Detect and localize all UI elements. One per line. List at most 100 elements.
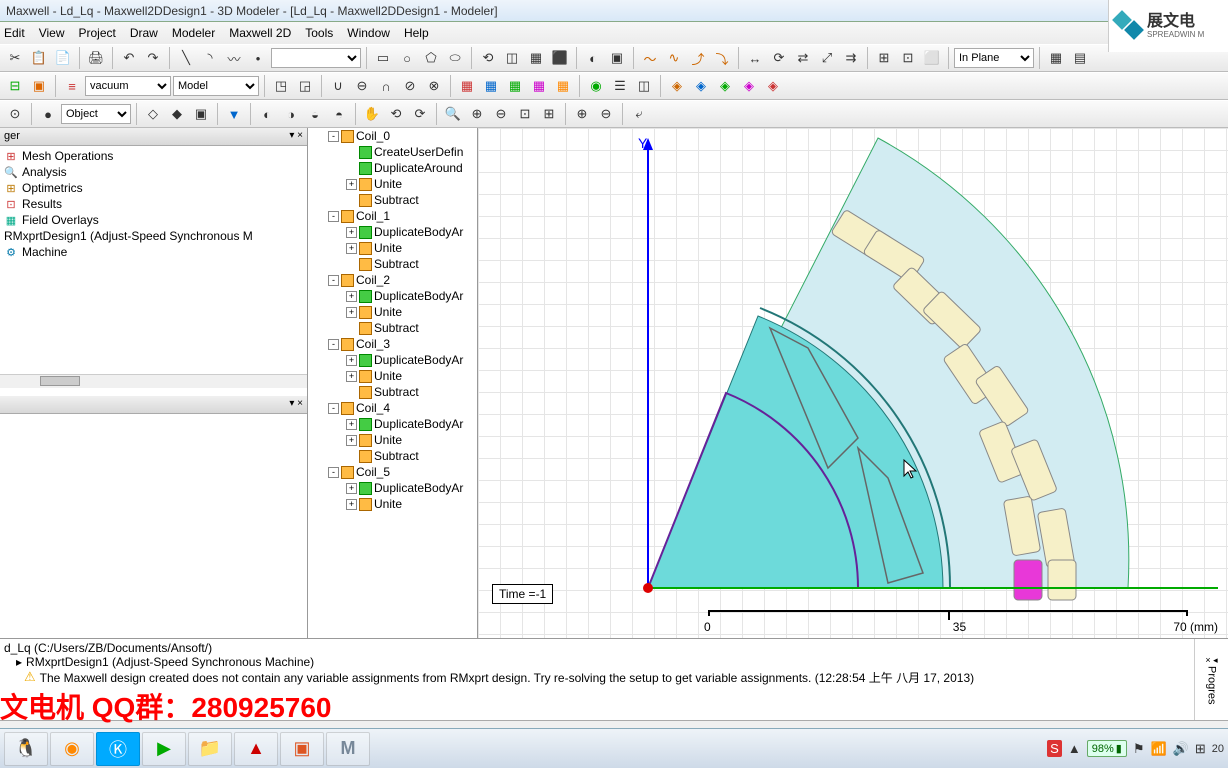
tray-up-icon[interactable]: ▲ <box>1068 741 1081 756</box>
misc4-icon[interactable]: ◈ <box>738 75 760 97</box>
plane-select[interactable]: In Plane <box>954 48 1034 68</box>
check1-icon[interactable]: ◉ <box>585 75 607 97</box>
sel2-icon[interactable]: ◆ <box>166 103 188 125</box>
model-tree-item[interactable]: Subtract <box>308 192 477 208</box>
misc3-icon[interactable]: ◈ <box>714 75 736 97</box>
dot-icon[interactable]: ⊙ <box>4 103 26 125</box>
task-folder[interactable]: 📁 <box>188 732 232 766</box>
menu-help[interactable]: Help <box>404 26 429 40</box>
undo-icon[interactable]: ↶ <box>118 47 140 69</box>
tree-field-overlays[interactable]: ▦Field Overlays <box>2 212 305 228</box>
zoomin-icon[interactable]: ⊕ <box>571 103 593 125</box>
expand-icon[interactable]: + <box>346 355 357 366</box>
filter-icon[interactable]: ▼ <box>223 103 245 125</box>
panel2-close-icon[interactable]: ▾ × <box>289 398 303 411</box>
expand-icon[interactable]: - <box>328 403 339 414</box>
arc-icon[interactable]: ◝ <box>199 47 221 69</box>
circle-icon[interactable]: ○ <box>396 47 418 69</box>
curve1-icon[interactable]: 〜 <box>639 47 661 69</box>
tray-net-icon[interactable]: 📶 <box>1150 741 1166 757</box>
tree-optimetrics[interactable]: ⊞Optimetrics <box>2 180 305 196</box>
offset-icon[interactable]: ⇉ <box>840 47 862 69</box>
check3-icon[interactable]: ◫ <box>633 75 655 97</box>
sel1-icon[interactable]: ◇ <box>142 103 164 125</box>
material-select[interactable]: vacuum <box>85 76 171 96</box>
misc1-icon[interactable]: ◈ <box>666 75 688 97</box>
model-tree-item[interactable]: + Unite <box>308 240 477 256</box>
expand-icon[interactable]: + <box>346 307 357 318</box>
model-tree-item[interactable]: Subtract <box>308 384 477 400</box>
shape1-icon[interactable]: ◐ <box>582 47 604 69</box>
line-icon[interactable]: ╲ <box>175 47 197 69</box>
pan-icon[interactable]: ✋ <box>361 103 383 125</box>
print-icon[interactable]: 🖨 <box>85 47 107 69</box>
tree-mesh[interactable]: ⊞Mesh Operations <box>2 148 305 164</box>
cylinder-icon[interactable]: ⬛ <box>549 47 571 69</box>
model-tree-item[interactable]: Subtract <box>308 256 477 272</box>
tree-machine[interactable]: ⚙Machine <box>2 244 305 260</box>
expand-icon[interactable]: + <box>346 483 357 494</box>
menu-modeler[interactable]: Modeler <box>172 26 215 40</box>
panel-close-icon[interactable]: ▾ × <box>289 130 303 143</box>
curve4-icon[interactable]: ⤵ <box>711 47 733 69</box>
battery-indicator[interactable]: 98% ▮ <box>1087 740 1127 757</box>
expand-icon[interactable]: + <box>346 291 357 302</box>
model-tree-item[interactable]: + Unite <box>308 368 477 384</box>
zoom2-icon[interactable]: ⊕ <box>466 103 488 125</box>
expand-icon[interactable]: + <box>346 227 357 238</box>
task-media[interactable]: ▶ <box>142 732 186 766</box>
progress-close-icon[interactable]: × ◂ <box>1205 655 1217 666</box>
point-icon[interactable]: • <box>247 47 269 69</box>
context-select[interactable]: Object <box>61 104 131 124</box>
color3-icon[interactable]: ▦ <box>504 75 526 97</box>
model-tree-item[interactable]: - Coil_1 <box>308 208 477 224</box>
grid2-icon[interactable]: ▤ <box>1069 47 1091 69</box>
mirror-icon[interactable]: ⇄ <box>792 47 814 69</box>
move-icon[interactable]: ↔ <box>744 47 766 69</box>
expand-icon[interactable]: - <box>328 275 339 286</box>
tray-time[interactable]: 20 <box>1212 743 1224 755</box>
polygon-icon[interactable]: ⬠ <box>420 47 442 69</box>
cut-icon[interactable]: ✂ <box>4 47 26 69</box>
model-tree-item[interactable]: + DuplicateBodyAr <box>308 416 477 432</box>
expand-icon[interactable]: + <box>346 419 357 430</box>
model-tree-item[interactable]: DuplicateAround <box>308 160 477 176</box>
expand-icon[interactable]: - <box>328 211 339 222</box>
color4-icon[interactable]: ▦ <box>528 75 550 97</box>
copy-icon[interactable]: 📋 <box>28 47 50 69</box>
tray-flag-icon[interactable]: ⚑ <box>1133 741 1145 757</box>
model-tree-item[interactable]: + DuplicateBodyAr <box>308 352 477 368</box>
vis4-icon[interactable]: ◓ <box>328 103 350 125</box>
intersect-icon[interactable]: ∩ <box>375 75 397 97</box>
scale-icon[interactable]: ⤢ <box>816 47 838 69</box>
expand-icon[interactable]: + <box>346 179 357 190</box>
menu-window[interactable]: Window <box>347 26 390 40</box>
expand-icon[interactable]: + <box>346 435 357 446</box>
ellipse-icon[interactable]: ⬭ <box>444 47 466 69</box>
menu-tools[interactable]: Tools <box>305 26 333 40</box>
color5-icon[interactable]: ▦ <box>552 75 574 97</box>
expand-icon[interactable]: - <box>328 467 339 478</box>
ime-icon[interactable]: S <box>1047 740 1062 757</box>
paste-icon[interactable]: 📄 <box>52 47 74 69</box>
model-tree-item[interactable]: - Coil_3 <box>308 336 477 352</box>
message-log[interactable]: d_Lq (C:/Users/ZB/Documents/Ansoft/) ▸ R… <box>0 639 1194 720</box>
tray-shield-icon[interactable]: ⊞ <box>1195 741 1206 757</box>
dup-icon[interactable]: ⊡ <box>897 47 919 69</box>
task-ku[interactable]: Ⓚ <box>96 732 140 766</box>
task-ansys[interactable]: ▲ <box>234 732 278 766</box>
model-tree-item[interactable]: - Coil_5 <box>308 464 477 480</box>
model-tree-item[interactable]: - Coil_2 <box>308 272 477 288</box>
box-icon[interactable]: ▣ <box>28 75 50 97</box>
task-browser[interactable]: ◉ <box>50 732 94 766</box>
grid1-icon[interactable]: ▦ <box>1045 47 1067 69</box>
misc2-icon[interactable]: ◈ <box>690 75 712 97</box>
menu-maxwell2d[interactable]: Maxwell 2D <box>229 26 291 40</box>
tray-vol-icon[interactable]: 🔊 <box>1173 741 1189 757</box>
op2-icon[interactable]: ◲ <box>294 75 316 97</box>
model-tree-item[interactable]: + Unite <box>308 176 477 192</box>
model-tree-item[interactable]: - Coil_4 <box>308 400 477 416</box>
tree-results[interactable]: ⊡Results <box>2 196 305 212</box>
zoom1-icon[interactable]: 🔍 <box>442 103 464 125</box>
mode-select[interactable]: Model <box>173 76 259 96</box>
